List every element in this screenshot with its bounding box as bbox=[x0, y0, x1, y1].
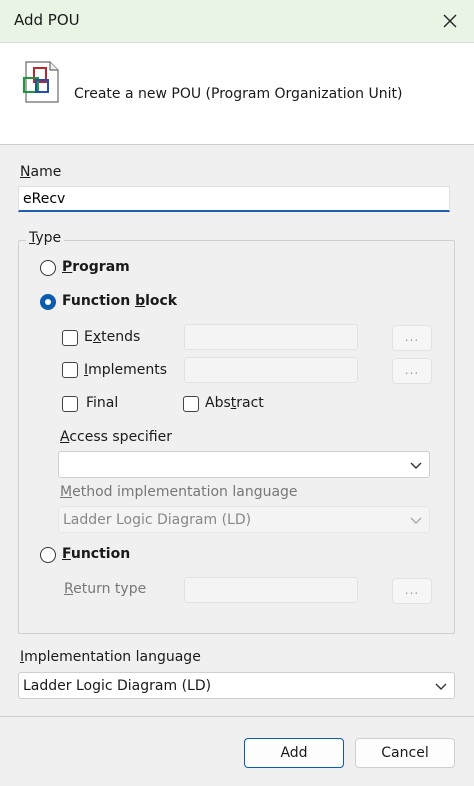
return-type-browse-button[interactable]: ... bbox=[392, 578, 432, 604]
extends-checkbox[interactable] bbox=[62, 330, 78, 346]
extends-field[interactable] bbox=[184, 324, 358, 350]
extends-browse-button[interactable]: ... bbox=[392, 325, 432, 351]
name-label: Name bbox=[20, 164, 62, 180]
final-checkbox[interactable] bbox=[62, 396, 78, 412]
add-button[interactable]: Add bbox=[244, 738, 344, 768]
extends-label: Extends bbox=[84, 329, 141, 345]
name-input[interactable] bbox=[18, 186, 450, 212]
abstract-label: Abstract bbox=[205, 395, 264, 411]
implements-field[interactable] bbox=[184, 357, 358, 383]
chevron-down-icon bbox=[435, 683, 447, 690]
type-legend: Type bbox=[26, 230, 65, 246]
implements-checkbox[interactable] bbox=[62, 362, 78, 378]
implementation-language-dropdown[interactable]: Ladder Logic Diagram (LD) bbox=[18, 672, 455, 699]
method-impl-language-dropdown[interactable]: Ladder Logic Diagram (LD) bbox=[58, 506, 430, 533]
access-specifier-label: Access specifier bbox=[60, 429, 172, 445]
abstract-checkbox[interactable] bbox=[183, 396, 199, 412]
return-type-field[interactable] bbox=[184, 577, 358, 603]
implementation-language-label: Implementation language bbox=[20, 649, 201, 665]
method-impl-language-label: Method implementation language bbox=[60, 484, 298, 500]
final-label: Final bbox=[86, 395, 119, 411]
function-radio[interactable] bbox=[40, 547, 56, 563]
window-title: Add POU bbox=[14, 11, 80, 29]
pou-icon bbox=[20, 60, 60, 104]
method-impl-language-value: Ladder Logic Diagram (LD) bbox=[63, 512, 252, 528]
return-type-label: Return type bbox=[64, 581, 147, 597]
program-label: Program bbox=[62, 259, 130, 275]
function-label: Function bbox=[62, 546, 131, 562]
chevron-down-icon bbox=[410, 462, 422, 469]
cancel-button[interactable]: Cancel bbox=[355, 738, 455, 768]
program-radio[interactable] bbox=[40, 260, 56, 276]
close-button[interactable] bbox=[436, 8, 464, 34]
footer-separator bbox=[0, 716, 474, 717]
access-specifier-dropdown[interactable] bbox=[58, 451, 430, 478]
implements-browse-button[interactable]: ... bbox=[392, 358, 432, 384]
implements-label: Implements bbox=[84, 362, 168, 378]
chevron-down-icon bbox=[410, 517, 422, 524]
implementation-language-value: Ladder Logic Diagram (LD) bbox=[23, 678, 212, 694]
dialog-description: Create a new POU (Program Organization U… bbox=[74, 86, 403, 102]
function-block-radio[interactable] bbox=[40, 294, 56, 310]
function-block-label: Function block bbox=[62, 293, 178, 309]
close-icon bbox=[443, 14, 457, 28]
